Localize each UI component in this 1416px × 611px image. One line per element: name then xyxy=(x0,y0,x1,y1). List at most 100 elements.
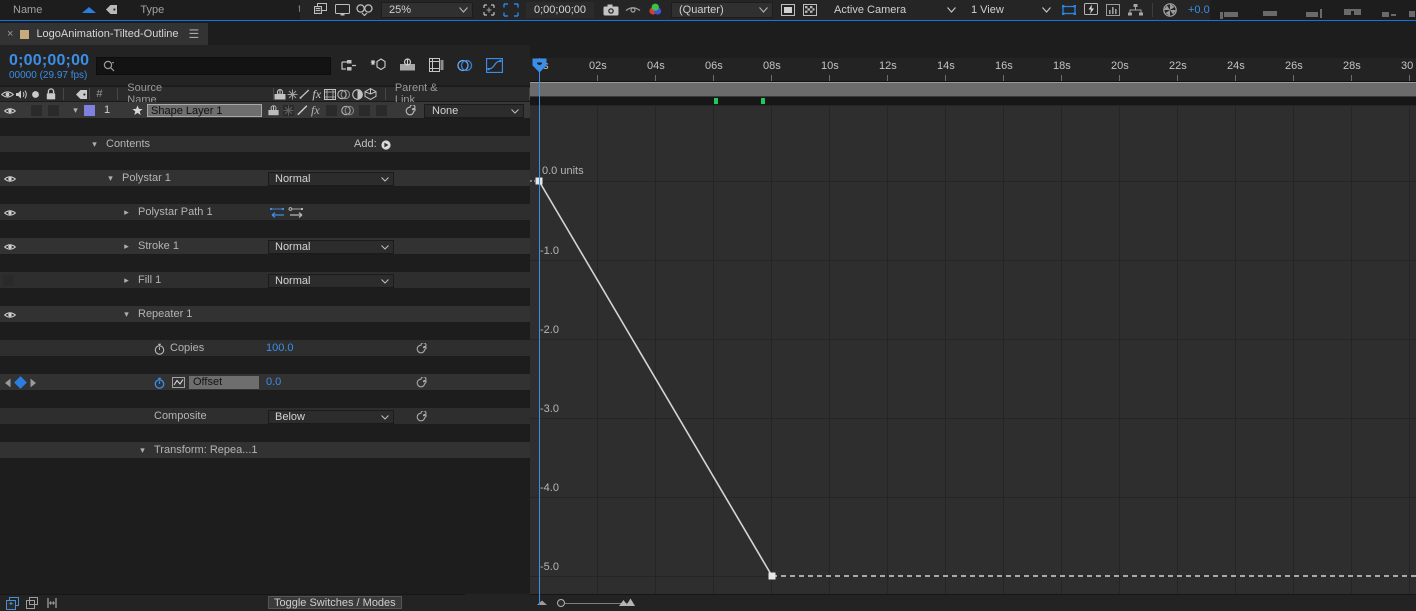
blend-mode-select[interactable]: Normal xyxy=(268,172,394,186)
search-input[interactable] xyxy=(120,60,320,72)
layer-name-input[interactable]: Shape Layer 1 xyxy=(147,104,262,117)
graph-plot-area[interactable]: 0.0 units -1.0 -2.0 -3.0 -4.0 -5.0 xyxy=(530,105,1416,605)
hide-shy-layers-icon[interactable] xyxy=(398,55,416,75)
current-time-indicator-head[interactable] xyxy=(532,58,547,73)
time-ruler[interactable]: 0s 02s 04s 06s 08s 10s 12s 14s 16s 18s 2… xyxy=(530,58,1416,82)
property-label-selected[interactable]: Offset xyxy=(189,376,259,389)
quality-icon[interactable] xyxy=(299,86,310,102)
view-layout-select[interactable]: 1 View xyxy=(964,2,1042,18)
label-column-icon[interactable] xyxy=(74,86,89,102)
twirl-down-icon[interactable]: ▾ xyxy=(106,170,115,187)
adjustment-layer-toggle[interactable] xyxy=(359,105,370,116)
property-row-contents[interactable]: ▾ Contents Add: xyxy=(0,136,530,153)
monitor-icon[interactable] xyxy=(331,1,353,18)
stopwatch-icon-active[interactable] xyxy=(153,374,165,391)
add-menu-icon[interactable] xyxy=(381,140,391,150)
path-direction-cw-icon[interactable] xyxy=(288,207,305,219)
expression-pickwhip-icon[interactable] xyxy=(415,411,427,423)
graph-editor-property-icon[interactable] xyxy=(172,377,185,388)
frame-blend-icon[interactable] xyxy=(324,86,337,102)
property-row-polystar-path-1[interactable]: ▸ Polystar Path 1 xyxy=(0,204,530,221)
motion-blur-icon[interactable] xyxy=(337,86,351,102)
frame-blend-toggle[interactable] xyxy=(326,105,337,116)
zoom-in-icon[interactable] xyxy=(618,598,636,607)
layer-color-chip[interactable] xyxy=(84,105,95,116)
eye-icon[interactable] xyxy=(3,206,17,219)
parent-select[interactable]: None xyxy=(424,104,524,118)
twirl-down-icon[interactable]: ▾ xyxy=(138,442,147,459)
twirl-down-icon[interactable]: ▾ xyxy=(122,306,131,323)
eye-icon[interactable] xyxy=(3,240,17,253)
exposure-icon[interactable] xyxy=(1159,1,1181,18)
viewer-timecode[interactable]: 0;00;00;00 xyxy=(526,2,594,18)
keyframe-marker[interactable] xyxy=(761,98,765,104)
keyframe-marker-strip[interactable] xyxy=(530,97,1416,105)
chevron-down-icon[interactable] xyxy=(1042,7,1051,13)
twirl-right-icon[interactable]: ▸ xyxy=(122,238,131,255)
comp-flowchart-icon[interactable] xyxy=(4,596,20,611)
property-row-offset[interactable]: Offset 0.0 xyxy=(0,374,530,391)
transparency-grid-icon[interactable] xyxy=(799,1,821,18)
twirl-down-icon[interactable]: ▾ xyxy=(90,136,99,153)
index-column-header[interactable]: # xyxy=(96,88,102,100)
eye-icon[interactable] xyxy=(3,172,17,185)
snapshot-camera-icon[interactable] xyxy=(600,1,622,18)
expression-pickwhip-icon[interactable] xyxy=(415,377,427,389)
current-time-display[interactable]: 0;00;00;00 xyxy=(9,52,89,70)
property-row-composite[interactable]: Composite Below xyxy=(0,408,530,425)
property-value[interactable]: 100.0 xyxy=(266,342,294,354)
collapse-transform-toggle[interactable] xyxy=(283,105,294,116)
property-row-repeater-1[interactable]: ▾ Repeater 1 xyxy=(0,306,530,323)
layer-row-shape-layer-1[interactable]: ▾ 1 Shape Layer 1 fx xyxy=(0,102,530,119)
adjustment-layer-icon[interactable] xyxy=(351,86,364,102)
effects-fx-icon[interactable]: fx xyxy=(310,86,324,102)
audio-toggle[interactable] xyxy=(31,105,42,116)
draft-3d-glasses-icon[interactable] xyxy=(353,1,375,18)
stopwatch-icon[interactable] xyxy=(153,340,165,357)
close-icon[interactable]: × xyxy=(7,28,13,40)
3d-layer-icon[interactable] xyxy=(363,86,378,102)
audio-column-icon[interactable] xyxy=(15,86,30,102)
channel-rgb-icon[interactable] xyxy=(644,1,666,18)
comp-tab[interactable]: × LogoAnimation-Tilted-Outline ☰ xyxy=(0,23,208,45)
timeline-curves-icon[interactable] xyxy=(1102,1,1124,18)
parent-pickwhip-icon[interactable] xyxy=(404,105,416,117)
twirl-right-icon[interactable]: ▸ xyxy=(122,272,131,289)
motion-blur-icon[interactable] xyxy=(341,105,355,116)
work-area-bar[interactable] xyxy=(530,82,1416,97)
motion-blur-bottom-icon[interactable] xyxy=(44,596,60,611)
lock-column-icon[interactable] xyxy=(43,86,58,102)
composition-mini-flowchart-icon[interactable] xyxy=(340,55,358,75)
resolution-select[interactable]: (Quarter) xyxy=(671,2,773,18)
composite-select[interactable]: Below xyxy=(268,410,394,424)
project-type-column[interactable]: Type xyxy=(140,4,164,16)
blend-mode-select[interactable]: Normal xyxy=(268,274,394,288)
exposure-value[interactable]: +0.0 xyxy=(1188,4,1210,16)
shy-icon[interactable] xyxy=(273,86,286,102)
graph-editor-icon[interactable] xyxy=(485,55,503,75)
current-time-indicator-line[interactable] xyxy=(539,58,540,605)
property-row-polystar-1[interactable]: ▾ Polystar 1 Normal xyxy=(0,170,530,187)
comp-mini-icon[interactable] xyxy=(24,596,40,611)
quality-icon[interactable] xyxy=(297,105,308,116)
solo-column-icon[interactable] xyxy=(29,86,43,102)
sort-ascending-icon[interactable] xyxy=(82,7,96,13)
keyframe-navigator[interactable] xyxy=(4,376,48,389)
video-column-icon[interactable] xyxy=(0,86,15,102)
eye-icon[interactable] xyxy=(3,104,17,117)
value-graph-curve[interactable] xyxy=(530,105,1416,605)
toggle-switches-modes-button[interactable]: Toggle Switches / Modes xyxy=(268,596,402,609)
solo-toggle[interactable] xyxy=(48,105,59,116)
eye-icon[interactable] xyxy=(3,308,17,321)
timeline-empty-area[interactable] xyxy=(0,476,530,611)
effects-fx-icon[interactable]: fx xyxy=(311,105,320,116)
property-value[interactable]: 0.0 xyxy=(266,376,281,388)
timeline-search-field[interactable] xyxy=(96,57,331,75)
collapse-transform-icon[interactable] xyxy=(286,86,298,102)
eye-toggle-off[interactable] xyxy=(3,275,14,286)
motion-blur-icon[interactable] xyxy=(456,55,474,75)
previous-keyframe-icon[interactable] xyxy=(4,378,12,388)
expression-pickwhip-icon[interactable] xyxy=(415,343,427,355)
blend-mode-select[interactable]: Normal xyxy=(268,240,394,254)
frame-blending-icon[interactable] xyxy=(427,55,445,75)
